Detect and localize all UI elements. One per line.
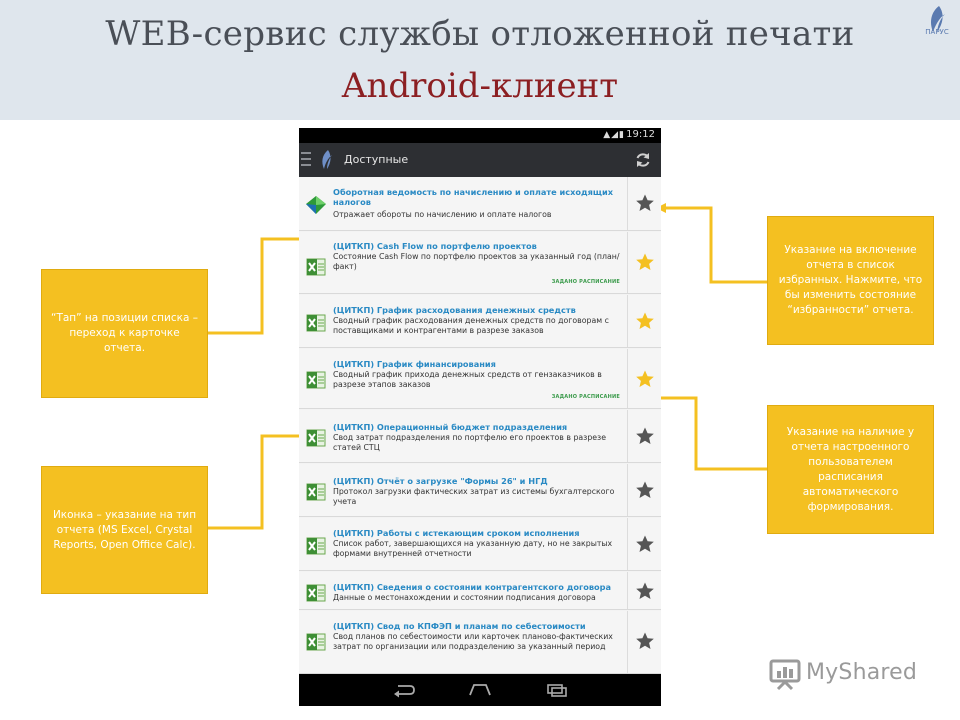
excel-icon [306, 537, 326, 555]
android-phone-screen: ▲◢▮ 19:12 Доступные Оборотная ведомость … [299, 128, 661, 706]
callout-tap-hint: “Тап” на позиции списка – переход к карт… [41, 269, 208, 398]
action-bar-title: Доступные [344, 153, 409, 166]
favorite-toggle[interactable] [627, 518, 661, 570]
favorite-toggle[interactable] [627, 349, 661, 408]
presentation-icon [769, 659, 801, 691]
excel-icon [306, 258, 326, 276]
list-item[interactable]: (ЦИТКП) Сведения о состоянии контрагентс… [299, 572, 661, 610]
star-icon[interactable] [635, 534, 655, 554]
refresh-icon[interactable] [634, 151, 652, 169]
report-title: (ЦИТКП) График расходования денежных сре… [333, 305, 576, 315]
callout-tap-text: “Тап” на позиции списка – переход к карт… [51, 312, 198, 354]
report-list[interactable]: Оборотная ведомость по начислению и опла… [299, 177, 661, 674]
callout-icon-type-hint: Иконка – указание на тип отчета (MS Exce… [41, 466, 208, 594]
signal-battery-icon: ▲◢▮ [603, 130, 625, 140]
star-icon[interactable] [635, 631, 655, 651]
report-description: Данные о местонахождении и состоянии под… [333, 593, 596, 602]
report-description: Отражает обороты по начислению и оплате … [333, 210, 552, 219]
status-time: 19:12 [626, 129, 655, 140]
report-title: (ЦИТКП) Операционный бюджет подразделени… [333, 422, 568, 432]
star-icon[interactable] [635, 311, 655, 331]
excel-icon [306, 314, 326, 332]
report-description: Свод затрат подразделения по портфелю ег… [333, 433, 607, 452]
recents-icon[interactable] [545, 682, 569, 698]
schedule-label: ЗАДАНО РАСПИСАНИЕ [551, 394, 620, 400]
list-item[interactable]: (ЦИТКП) Операционный бюджет подразделени… [299, 410, 661, 463]
report-description: Список работ, завершающихся на указанную… [333, 539, 613, 558]
list-item[interactable]: (ЦИТКП) Cash Flow по портфелю проектов Со… [299, 232, 661, 294]
star-icon[interactable] [635, 480, 655, 500]
status-bar: ▲◢▮ 19:12 [299, 128, 661, 143]
excel-icon [306, 584, 326, 602]
report-title: (ЦИТКП) Отчёт о загрузке "Формы 26" и НГ… [333, 476, 548, 486]
list-item[interactable]: (ЦИТКП) График расходования денежных сре… [299, 295, 661, 348]
list-item[interactable]: (ЦИТКП) Отчёт о загрузке "Формы 26" и НГ… [299, 464, 661, 517]
report-title: (ЦИТКП) Работы с истекающим сроком испол… [333, 528, 580, 538]
report-description: Протокол загрузки фактических затрат из … [333, 487, 615, 506]
slide-subtitle: Android-клиент [341, 66, 619, 106]
list-item[interactable]: Оборотная ведомость по начислению и опла… [299, 177, 661, 231]
star-icon[interactable] [635, 426, 655, 446]
action-bar: Доступные [299, 143, 661, 177]
logo-text: ПАРУС [925, 28, 949, 36]
excel-icon [306, 483, 326, 501]
slide-title: WEB-сервис службы отложенной печати [105, 14, 855, 54]
list-item-body[interactable]: (ЦИТКП) График финансирования Сводный гра… [299, 349, 626, 408]
favorite-toggle[interactable] [627, 232, 661, 293]
report-title: (ЦИТКП) График финансирования [333, 359, 496, 369]
home-icon[interactable] [468, 682, 492, 698]
myshared-watermark: MyShared [768, 658, 938, 692]
list-item-body[interactable]: (ЦИТКП) График расходования денежных сре… [299, 295, 626, 347]
list-item[interactable]: (ЦИТКП) Свод по КПФЭП и планам по себест… [299, 611, 661, 674]
list-item[interactable]: (ЦИТКП) Работы с истекающим сроком испол… [299, 518, 661, 571]
favorite-toggle[interactable] [627, 410, 661, 462]
schedule-label: ЗАДАНО РАСПИСАНИЕ [551, 279, 620, 285]
list-item-body[interactable]: (ЦИТКП) Свод по КПФЭП и планам по себест… [299, 611, 626, 673]
list-item-body[interactable]: (ЦИТКП) Отчёт о загрузке "Формы 26" и НГ… [299, 464, 626, 516]
star-icon[interactable] [635, 581, 655, 601]
report-title: (ЦИТКП) Cash Flow по портфелю проектов [333, 241, 537, 251]
callout-favorites-hint: Указание на включение отчета в список из… [767, 216, 934, 345]
app-logo-icon[interactable] [317, 149, 335, 171]
back-icon[interactable] [392, 682, 416, 698]
report-description: Свод планов по себестоимости или карточе… [333, 632, 613, 651]
report-description: Сводный график прихода денежных средств … [333, 370, 602, 389]
excel-icon [306, 633, 326, 651]
favorite-toggle[interactable] [627, 295, 661, 347]
favorite-toggle[interactable] [627, 177, 661, 230]
header-band: WEB-сервис службы отложенной печати Andr… [0, 0, 960, 120]
favorite-toggle[interactable] [627, 572, 661, 609]
list-item-body[interactable]: Оборотная ведомость по начислению и опла… [299, 177, 626, 230]
watermark-text: MyShared [806, 660, 918, 685]
callout-favorites-text: Указание на включение отчета в список из… [778, 244, 923, 316]
report-description: Сводный график расходования денежных сре… [333, 316, 609, 335]
slide: WEB-сервис службы отложенной печати Andr… [0, 0, 960, 720]
list-item-body[interactable]: (ЦИТКП) Операционный бюджет подразделени… [299, 410, 626, 462]
report-title: (ЦИТКП) Сведения о состоянии контрагентс… [333, 582, 612, 592]
excel-icon [306, 371, 326, 389]
report-title: Оборотная ведомость по начислению и опла… [333, 187, 613, 207]
star-icon[interactable] [635, 369, 655, 389]
navigation-bar [299, 674, 661, 706]
favorite-toggle[interactable] [627, 464, 661, 516]
report-title: (ЦИТКП) Свод по КПФЭП и планам по себест… [333, 621, 586, 631]
callout-schedule-text: Указание на наличие у отчета настроенног… [786, 425, 915, 513]
star-icon[interactable] [635, 193, 655, 213]
favorite-toggle[interactable] [627, 611, 661, 673]
excel-icon [306, 429, 326, 447]
star-icon[interactable] [635, 252, 655, 272]
callout-icon-type-text: Иконка – указание на тип отчета (MS Exce… [52, 508, 197, 551]
menu-icon[interactable] [301, 152, 311, 168]
list-item-body[interactable]: (ЦИТКП) Работы с истекающим сроком испол… [299, 518, 626, 570]
list-item-body[interactable]: (ЦИТКП) Сведения о состоянии контрагентс… [299, 572, 626, 609]
callout-schedule-hint: Указание на наличие у отчета настроенног… [767, 405, 934, 534]
list-item[interactable]: (ЦИТКП) График финансирования Сводный гра… [299, 349, 661, 409]
report-icon [306, 196, 326, 214]
report-description: Состояние Cash Flow по портфелю проектов… [333, 252, 620, 271]
list-item-body[interactable]: (ЦИТКП) Cash Flow по портфелю проектов Со… [299, 232, 626, 293]
